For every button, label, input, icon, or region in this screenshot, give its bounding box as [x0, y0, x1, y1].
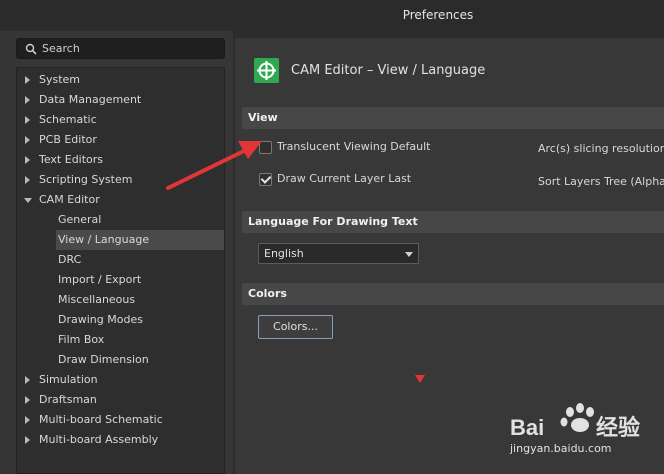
watermark-url: jingyan.baidu.com: [510, 442, 612, 455]
svg-text:经验: 经验: [596, 415, 640, 440]
svg-text:Bai: Bai: [510, 415, 544, 440]
baidu-paw-watermark-icon: Bai 经验: [510, 403, 640, 440]
